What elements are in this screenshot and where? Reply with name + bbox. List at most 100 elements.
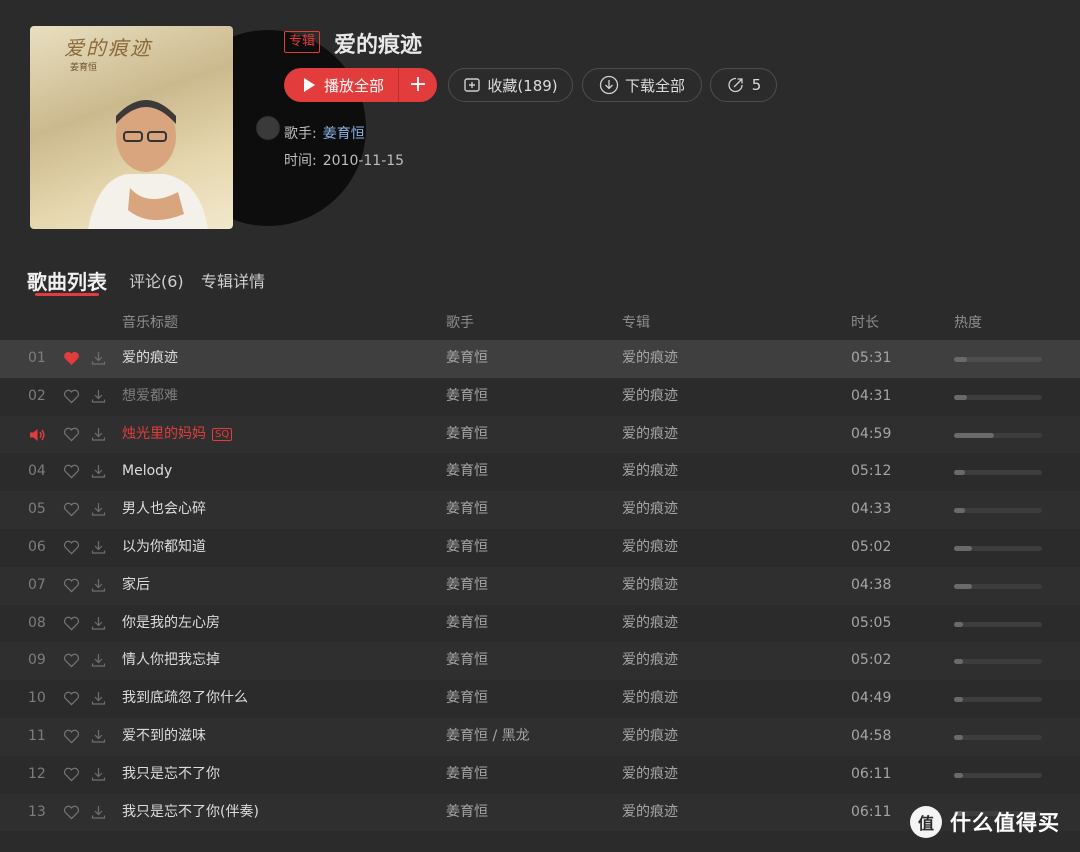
track-album[interactable]: 爱的痕迹 — [622, 529, 678, 567]
track-album[interactable]: 爱的痕迹 — [622, 416, 678, 454]
track-number: 08 — [28, 614, 46, 631]
track-title[interactable]: 爱不到的滋味 — [122, 718, 206, 756]
col-title[interactable]: 音乐标题 — [122, 312, 178, 332]
heart-filled-icon[interactable] — [63, 351, 80, 370]
add-to-playlist-button[interactable]: + — [399, 68, 437, 102]
track-album[interactable]: 爱的痕迹 — [622, 680, 678, 718]
track-album[interactable]: 爱的痕迹 — [622, 718, 678, 756]
track-row[interactable]: 12 我只是忘不了你 姜育恒 爱的痕迹 06:11 — [0, 755, 1080, 794]
col-popularity[interactable]: 热度 — [954, 312, 982, 332]
tab-comments[interactable]: 评论(6) — [129, 268, 184, 292]
track-title[interactable]: 以为你都知道 — [122, 529, 206, 567]
track-number: 12 — [28, 765, 46, 782]
track-title[interactable]: 家后 — [122, 567, 150, 605]
track-artist[interactable]: 姜育恒 — [446, 491, 488, 529]
track-album[interactable]: 爱的痕迹 — [622, 605, 678, 643]
track-artist[interactable]: 姜育恒 — [446, 642, 488, 680]
track-artist[interactable]: 姜育恒 — [446, 794, 488, 832]
track-row[interactable]: 01 爱的痕迹 姜育恒 爱的痕迹 05:31 — [0, 340, 1080, 378]
heart-outline-icon[interactable] — [63, 653, 80, 672]
track-number: 11 — [28, 727, 46, 744]
track-row[interactable]: 06 以为你都知道 姜育恒 爱的痕迹 05:02 — [0, 528, 1080, 567]
heart-outline-icon[interactable] — [63, 464, 80, 483]
quality-badge: SQ — [212, 427, 233, 441]
col-duration[interactable]: 时长 — [851, 312, 879, 332]
track-row[interactable]: 05 男人也会心碎 姜育恒 爱的痕迹 04:33 — [0, 491, 1080, 529]
download-icon[interactable] — [90, 577, 107, 598]
artist-link[interactable]: 姜育恒 — [323, 126, 365, 142]
share-button[interactable]: 5 — [710, 68, 777, 102]
track-row[interactable]: 10 我到底疏忽了你什么 姜育恒 爱的痕迹 04:49 — [0, 680, 1080, 718]
track-artist[interactable]: 姜育恒 — [446, 340, 488, 378]
download-icon[interactable] — [90, 652, 107, 673]
track-row[interactable]: 02 想爱都难 姜育恒 爱的痕迹 04:31 — [0, 377, 1080, 416]
heart-outline-icon[interactable] — [63, 767, 80, 786]
track-title[interactable]: 你是我的左心房 — [122, 605, 220, 643]
track-row[interactable]: 烛光里的妈妈 SQ 姜育恒 爱的痕迹 04:59 — [0, 415, 1080, 454]
heart-outline-icon[interactable] — [63, 616, 80, 635]
download-icon[interactable] — [90, 539, 107, 560]
track-artist[interactable]: 姜育恒 — [446, 529, 488, 567]
heart-outline-icon[interactable] — [63, 540, 80, 559]
popularity-bar — [954, 583, 1042, 589]
track-title[interactable]: 情人你把我忘掉 — [122, 642, 220, 680]
track-row[interactable]: 08 你是我的左心房 姜育恒 爱的痕迹 05:05 — [0, 604, 1080, 643]
download-icon[interactable] — [90, 501, 107, 522]
download-icon[interactable] — [90, 766, 107, 787]
track-album[interactable]: 爱的痕迹 — [622, 378, 678, 416]
track-album[interactable]: 爱的痕迹 — [622, 340, 678, 378]
download-icon[interactable] — [90, 804, 107, 825]
heart-outline-icon[interactable] — [63, 805, 80, 824]
track-artist[interactable]: 姜育恒 — [446, 453, 488, 491]
tab-details[interactable]: 专辑详情 — [201, 268, 265, 292]
track-title[interactable]: 我只是忘不了你 — [122, 756, 220, 794]
track-title[interactable]: 想爱都难 — [122, 378, 178, 416]
download-icon[interactable] — [90, 728, 107, 749]
album-cover[interactable]: 爱的痕迹 姜育恒 — [30, 26, 233, 229]
download-icon[interactable] — [90, 426, 107, 447]
track-album[interactable]: 爱的痕迹 — [622, 567, 678, 605]
track-artist[interactable]: 姜育恒 — [446, 680, 488, 718]
download-icon[interactable] — [90, 690, 107, 711]
track-album[interactable]: 爱的痕迹 — [622, 642, 678, 680]
track-album[interactable]: 爱的痕迹 — [622, 794, 678, 832]
heart-outline-icon[interactable] — [63, 502, 80, 521]
download-icon[interactable] — [90, 463, 107, 484]
download-icon[interactable] — [90, 615, 107, 636]
popularity-fill — [954, 659, 963, 665]
track-artist[interactable]: 姜育恒 — [446, 605, 488, 643]
track-row[interactable]: 11 爱不到的滋味 姜育恒 / 黑龙 爱的痕迹 04:58 — [0, 717, 1080, 756]
heart-outline-icon[interactable] — [63, 729, 80, 748]
download-icon[interactable] — [90, 350, 107, 371]
track-album[interactable]: 爱的痕迹 — [622, 453, 678, 491]
col-artist[interactable]: 歌手 — [446, 312, 474, 332]
track-title[interactable]: 爱的痕迹 — [122, 340, 178, 378]
track-album[interactable]: 爱的痕迹 — [622, 756, 678, 794]
heart-outline-icon[interactable] — [63, 691, 80, 710]
track-artist[interactable]: 姜育恒 — [446, 378, 488, 416]
track-title[interactable]: Melody — [122, 453, 172, 491]
heart-outline-icon[interactable] — [63, 427, 80, 446]
heart-outline-icon[interactable] — [63, 389, 80, 408]
track-row[interactable]: 04 Melody 姜育恒 爱的痕迹 05:12 — [0, 453, 1080, 492]
play-all-button[interactable]: 播放全部 + — [284, 68, 437, 102]
heart-outline-icon[interactable] — [63, 578, 80, 597]
favorite-button[interactable]: 收藏(189) — [448, 68, 573, 102]
track-row[interactable]: 07 家后 姜育恒 爱的痕迹 04:38 — [0, 566, 1080, 605]
col-album[interactable]: 专辑 — [622, 312, 650, 332]
track-title[interactable]: 烛光里的妈妈 SQ — [122, 416, 233, 454]
track-title[interactable]: 我只是忘不了你(伴奏) — [122, 794, 259, 832]
tab-songs[interactable]: 歌曲列表 — [27, 266, 107, 295]
track-artist[interactable]: 姜育恒 — [446, 416, 488, 454]
track-row[interactable]: 09 情人你把我忘掉 姜育恒 爱的痕迹 05:02 — [0, 642, 1080, 681]
popularity-fill — [954, 508, 965, 514]
track-title[interactable]: 男人也会心碎 — [122, 491, 206, 529]
play-all-main[interactable]: 播放全部 — [284, 68, 399, 102]
track-artist[interactable]: 姜育恒 / 黑龙 — [446, 718, 530, 756]
download-all-button[interactable]: 下载全部 — [582, 68, 702, 102]
track-album[interactable]: 爱的痕迹 — [622, 491, 678, 529]
track-artist[interactable]: 姜育恒 — [446, 756, 488, 794]
download-icon[interactable] — [90, 388, 107, 409]
track-title[interactable]: 我到底疏忽了你什么 — [122, 680, 248, 718]
track-artist[interactable]: 姜育恒 — [446, 567, 488, 605]
